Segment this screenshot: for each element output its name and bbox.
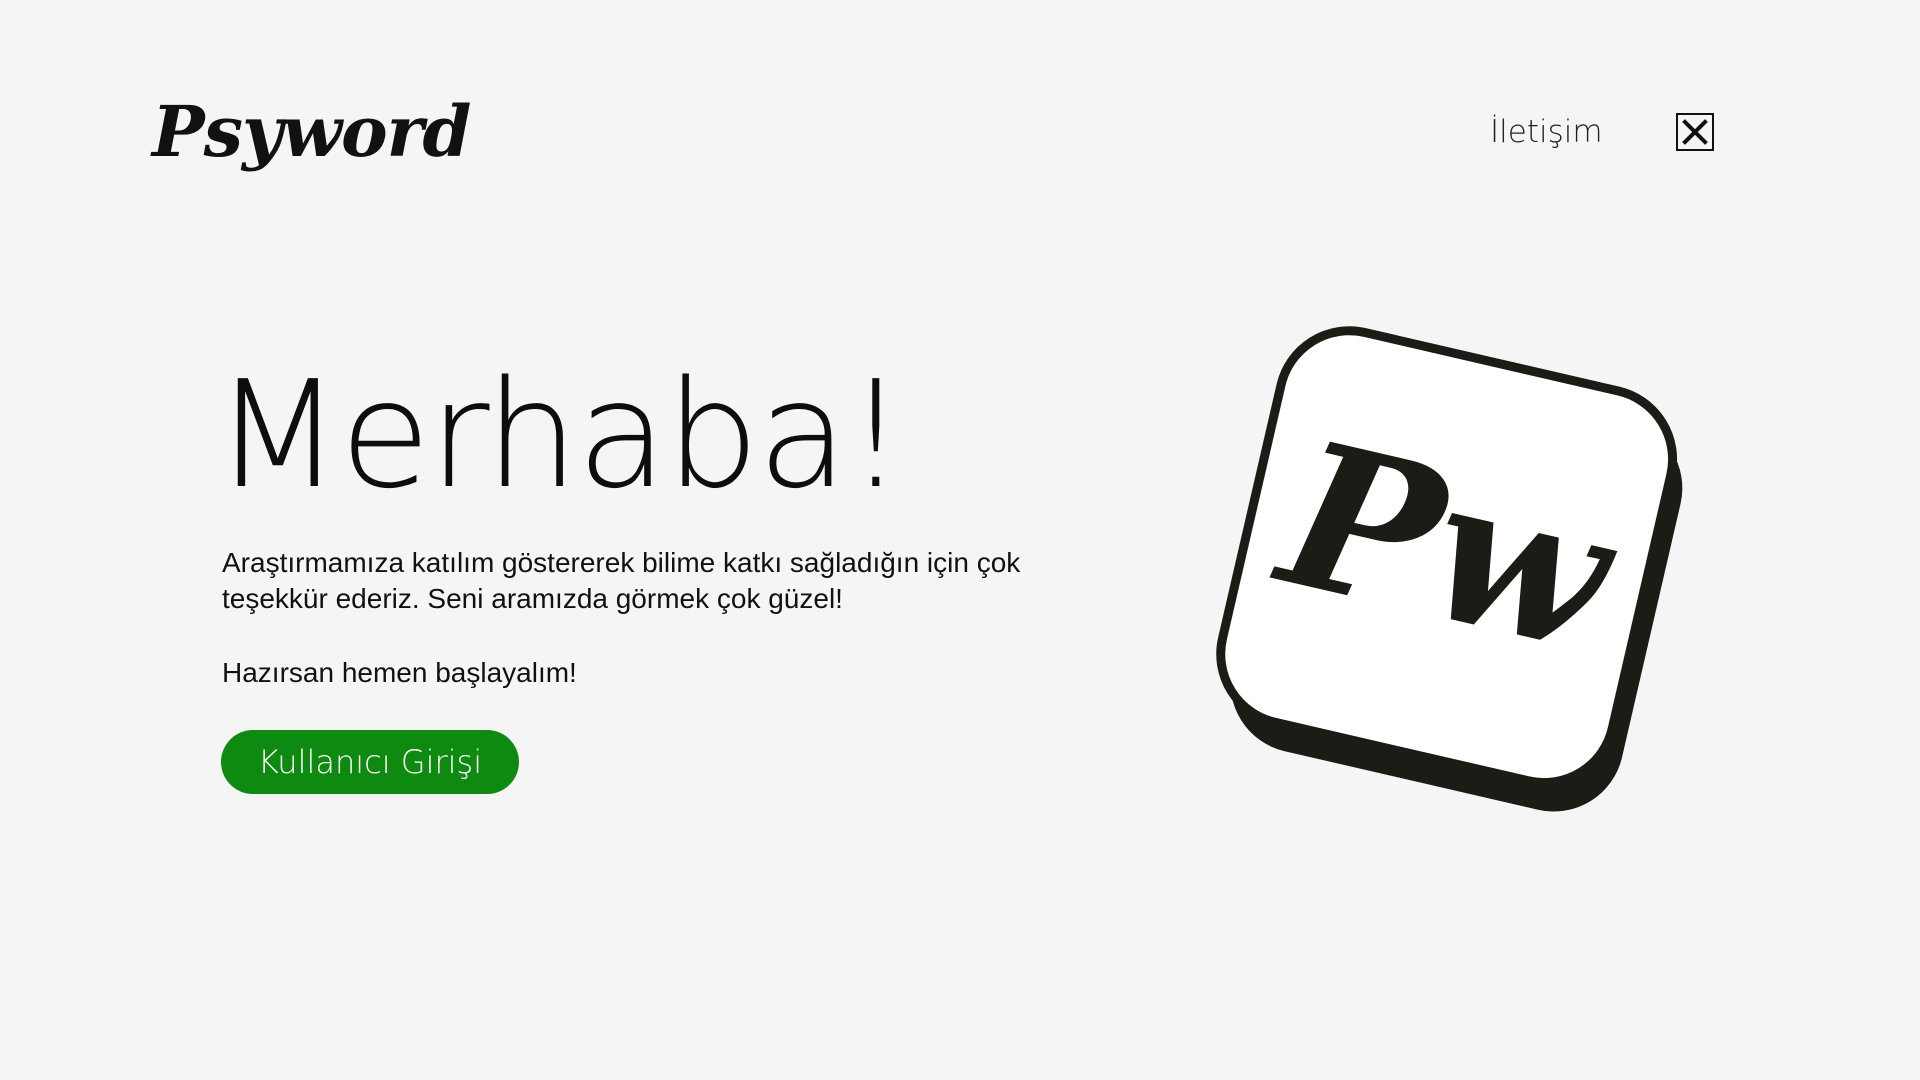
page-title: Merhaba! <box>214 349 905 521</box>
app-icon-illustration: Pw <box>1180 290 1740 850</box>
psyword-app-icon: Pw <box>1216 326 1683 812</box>
nav-link-contact[interactable]: İletişim <box>1490 110 1603 154</box>
brand-logo[interactable]: Psyword <box>152 92 471 172</box>
close-button[interactable] <box>1676 113 1714 151</box>
welcome-paragraph: Araştırmamıza katılım göstererek bilime … <box>222 547 1021 614</box>
ready-text: Hazırsan hemen başlayalım! <box>222 657 577 688</box>
login-button[interactable]: Kullanıcı Girişi <box>221 730 519 794</box>
close-icon <box>1682 119 1708 145</box>
